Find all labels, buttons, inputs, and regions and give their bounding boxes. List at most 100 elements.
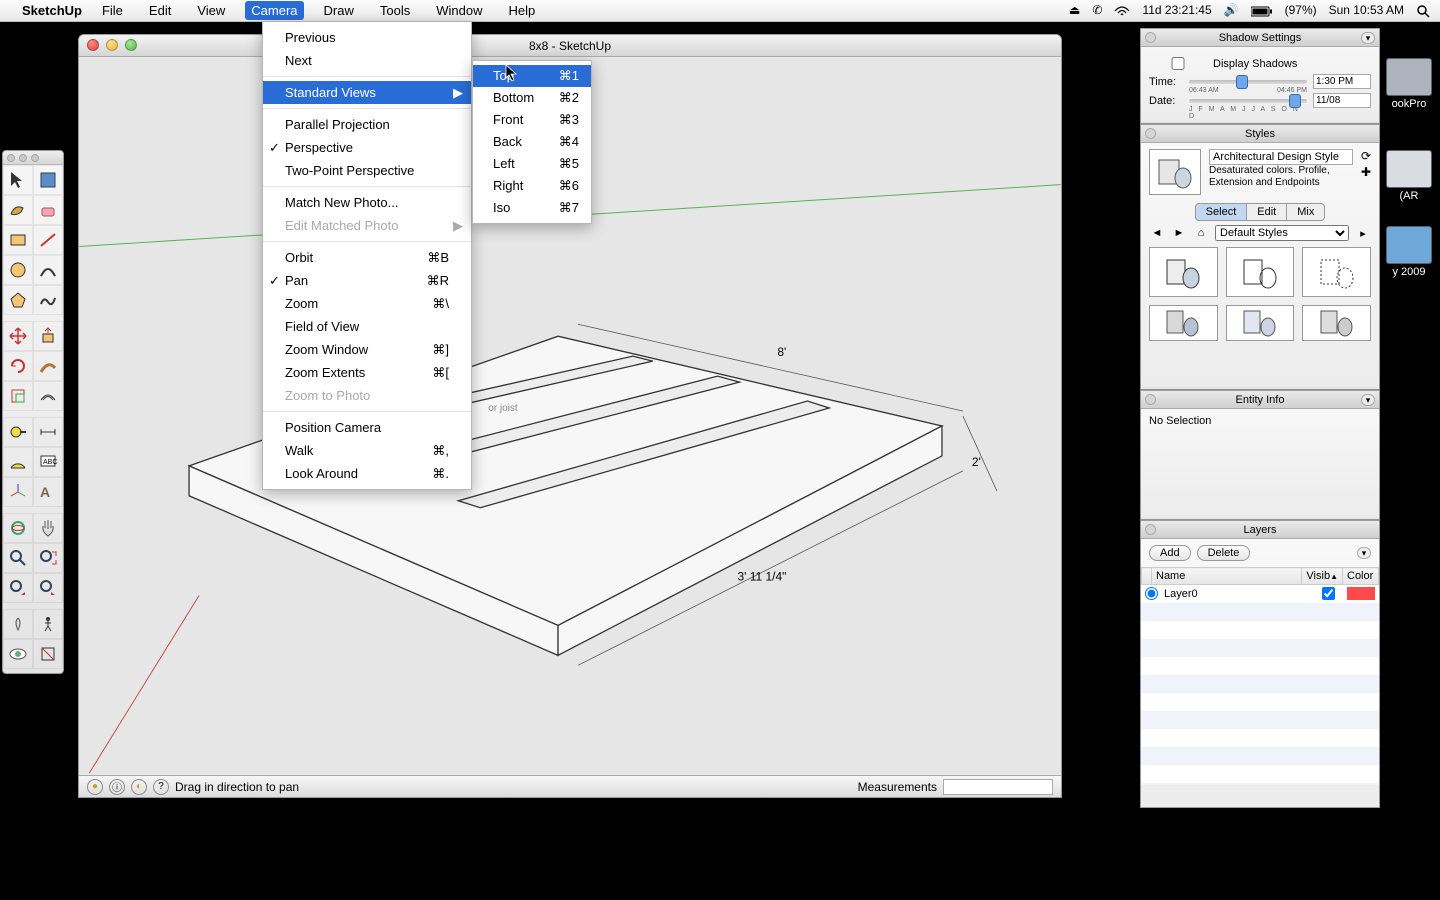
volume-icon[interactable]: 🔊 bbox=[1224, 3, 1239, 17]
status-icon[interactable]: ◐ bbox=[131, 779, 147, 795]
look-around-tool[interactable] bbox=[3, 639, 33, 669]
spotlight-icon[interactable] bbox=[1416, 3, 1430, 18]
panel-close-icon[interactable] bbox=[1145, 128, 1156, 139]
layer-color-swatch[interactable] bbox=[1347, 587, 1375, 600]
style-thumb[interactable] bbox=[1149, 305, 1218, 341]
menu-tools[interactable]: Tools bbox=[374, 1, 416, 20]
layer-visible-checkbox[interactable] bbox=[1322, 587, 1335, 600]
rotate-tool[interactable] bbox=[3, 351, 33, 381]
window-titlebar[interactable]: 8x8 - SketchUp bbox=[79, 35, 1061, 57]
protractor-tool[interactable] bbox=[3, 447, 33, 477]
menu-edit[interactable]: Edit bbox=[143, 1, 177, 20]
menu-item[interactable]: Standard Views▶ bbox=[263, 81, 471, 104]
walk-tool[interactable] bbox=[33, 609, 63, 639]
menu-window[interactable]: Window bbox=[430, 1, 488, 20]
style-name-input[interactable] bbox=[1209, 149, 1353, 165]
style-new-icon[interactable]: ✚ bbox=[1361, 165, 1371, 179]
menu-item[interactable]: ✓Pan⌘R bbox=[263, 269, 471, 292]
add-layer-button[interactable]: Add bbox=[1149, 545, 1191, 561]
help-icon[interactable]: ? bbox=[153, 779, 169, 795]
section-tool[interactable] bbox=[33, 639, 63, 669]
submenu-item[interactable]: Top⌘1 bbox=[473, 65, 591, 87]
submenu-item[interactable]: Bottom⌘2 bbox=[473, 87, 591, 109]
paint-tool[interactable] bbox=[3, 195, 33, 225]
freehand-tool[interactable] bbox=[33, 285, 63, 315]
select-tool[interactable] bbox=[3, 165, 33, 195]
axes-tool[interactable] bbox=[3, 477, 33, 507]
nav-back-icon[interactable]: ◄ bbox=[1149, 225, 1165, 241]
3dtext-tool[interactable]: A bbox=[33, 477, 63, 507]
date-slider[interactable]: J F M A M J J A S O N D bbox=[1189, 99, 1307, 103]
polygon-tool[interactable] bbox=[3, 285, 33, 315]
col-name[interactable]: Name bbox=[1152, 568, 1302, 585]
menu-item[interactable]: Previous bbox=[263, 26, 471, 49]
time-slider[interactable]: 06:43 AM04:46 PM bbox=[1189, 80, 1307, 84]
style-collection-select[interactable]: Default Styles bbox=[1215, 225, 1349, 241]
menu-item[interactable]: Zoom Extents⌘[ bbox=[263, 361, 471, 384]
menu-item[interactable]: Field of View bbox=[263, 315, 471, 338]
pushpull-tool[interactable] bbox=[33, 321, 63, 351]
style-thumb[interactable] bbox=[1149, 247, 1218, 297]
layers-panel[interactable]: Layers Add Delete ▾ Name Visib▲ Color La… bbox=[1140, 520, 1380, 808]
menu-item[interactable]: Match New Photo... bbox=[263, 191, 471, 214]
phone-icon[interactable]: ✆ bbox=[1092, 3, 1102, 17]
wifi-icon[interactable] bbox=[1114, 3, 1130, 17]
rectangle-tool[interactable] bbox=[3, 225, 33, 255]
panel-close-icon[interactable] bbox=[1145, 32, 1156, 43]
menu-camera[interactable]: Camera bbox=[245, 1, 303, 20]
entity-info-panel[interactable]: Entity Info No Selection ▾ bbox=[1140, 390, 1380, 520]
menu-help[interactable]: Help bbox=[502, 1, 541, 20]
menu-item[interactable]: Two-Point Perspective bbox=[263, 159, 471, 182]
menu-item[interactable]: Parallel Projection bbox=[263, 113, 471, 136]
tool-palette[interactable]: ABCA bbox=[2, 150, 64, 674]
menu-view[interactable]: View bbox=[191, 1, 231, 20]
expand-icon[interactable]: ▾ bbox=[1361, 394, 1375, 406]
style-thumb[interactable] bbox=[1226, 305, 1295, 341]
pan-tool[interactable] bbox=[33, 513, 63, 543]
expand-icon[interactable]: ▾ bbox=[1357, 547, 1371, 559]
col-visible[interactable]: Visib▲ bbox=[1302, 568, 1343, 585]
menu-item[interactable]: Zoom⌘\ bbox=[263, 292, 471, 315]
status-icon[interactable]: ● bbox=[87, 779, 103, 795]
date-input[interactable] bbox=[1313, 93, 1371, 108]
layer-name[interactable]: Layer0 bbox=[1164, 588, 1322, 600]
expand-icon[interactable]: ▾ bbox=[1361, 32, 1375, 44]
submenu-item[interactable]: Back⌘4 bbox=[473, 131, 591, 153]
shadow-settings-panel[interactable]: Shadow Settings▾ Display Shadows▾ Time: … bbox=[1140, 28, 1380, 124]
text-tool[interactable]: ABC bbox=[33, 447, 63, 477]
orbit-tool[interactable] bbox=[3, 513, 33, 543]
panel-close-icon[interactable] bbox=[1145, 394, 1156, 405]
time-input[interactable] bbox=[1313, 74, 1371, 89]
eject-icon[interactable]: ⏏ bbox=[1069, 3, 1080, 17]
tab-mix[interactable]: Mix bbox=[1287, 203, 1325, 221]
delete-layer-button[interactable]: Delete bbox=[1197, 545, 1251, 561]
submenu-item[interactable]: Left⌘5 bbox=[473, 153, 591, 175]
menu-item[interactable]: ✓Perspective bbox=[263, 136, 471, 159]
scale-tool[interactable] bbox=[3, 381, 33, 411]
app-name[interactable]: SketchUp bbox=[22, 3, 82, 18]
eraser-tool[interactable] bbox=[33, 195, 63, 225]
zoom-tool[interactable] bbox=[3, 543, 33, 573]
style-thumb[interactable] bbox=[1302, 247, 1371, 297]
dimension-tool[interactable] bbox=[33, 417, 63, 447]
battery-icon[interactable] bbox=[1251, 3, 1273, 17]
measurements-input[interactable] bbox=[943, 779, 1053, 795]
tab-select[interactable]: Select bbox=[1195, 203, 1248, 221]
details-icon[interactable]: ▸ bbox=[1355, 225, 1371, 241]
menu-item[interactable]: Look Around⌘. bbox=[263, 462, 471, 485]
style-update-icon[interactable]: ⟳ bbox=[1361, 149, 1371, 163]
status-icon[interactable]: ⓘ bbox=[109, 779, 125, 795]
previous-view-tool[interactable] bbox=[3, 573, 33, 603]
desktop-icon[interactable]: ookPro bbox=[1384, 58, 1434, 110]
tape-tool[interactable] bbox=[3, 417, 33, 447]
menu-item[interactable]: Walk⌘, bbox=[263, 439, 471, 462]
zoom-icon[interactable] bbox=[125, 39, 137, 51]
submenu-item[interactable]: Right⌘6 bbox=[473, 175, 591, 197]
layer-row[interactable]: Layer0 bbox=[1141, 585, 1379, 602]
nav-home-icon[interactable]: ⌂ bbox=[1193, 225, 1209, 241]
menu-draw[interactable]: Draw bbox=[318, 1, 360, 20]
styles-panel[interactable]: Styles Desaturated colors. Profile, Exte… bbox=[1140, 124, 1380, 390]
style-thumb[interactable] bbox=[1226, 247, 1295, 297]
zoom-extents-tool[interactable] bbox=[33, 543, 63, 573]
submenu-item[interactable]: Front⌘3 bbox=[473, 109, 591, 131]
